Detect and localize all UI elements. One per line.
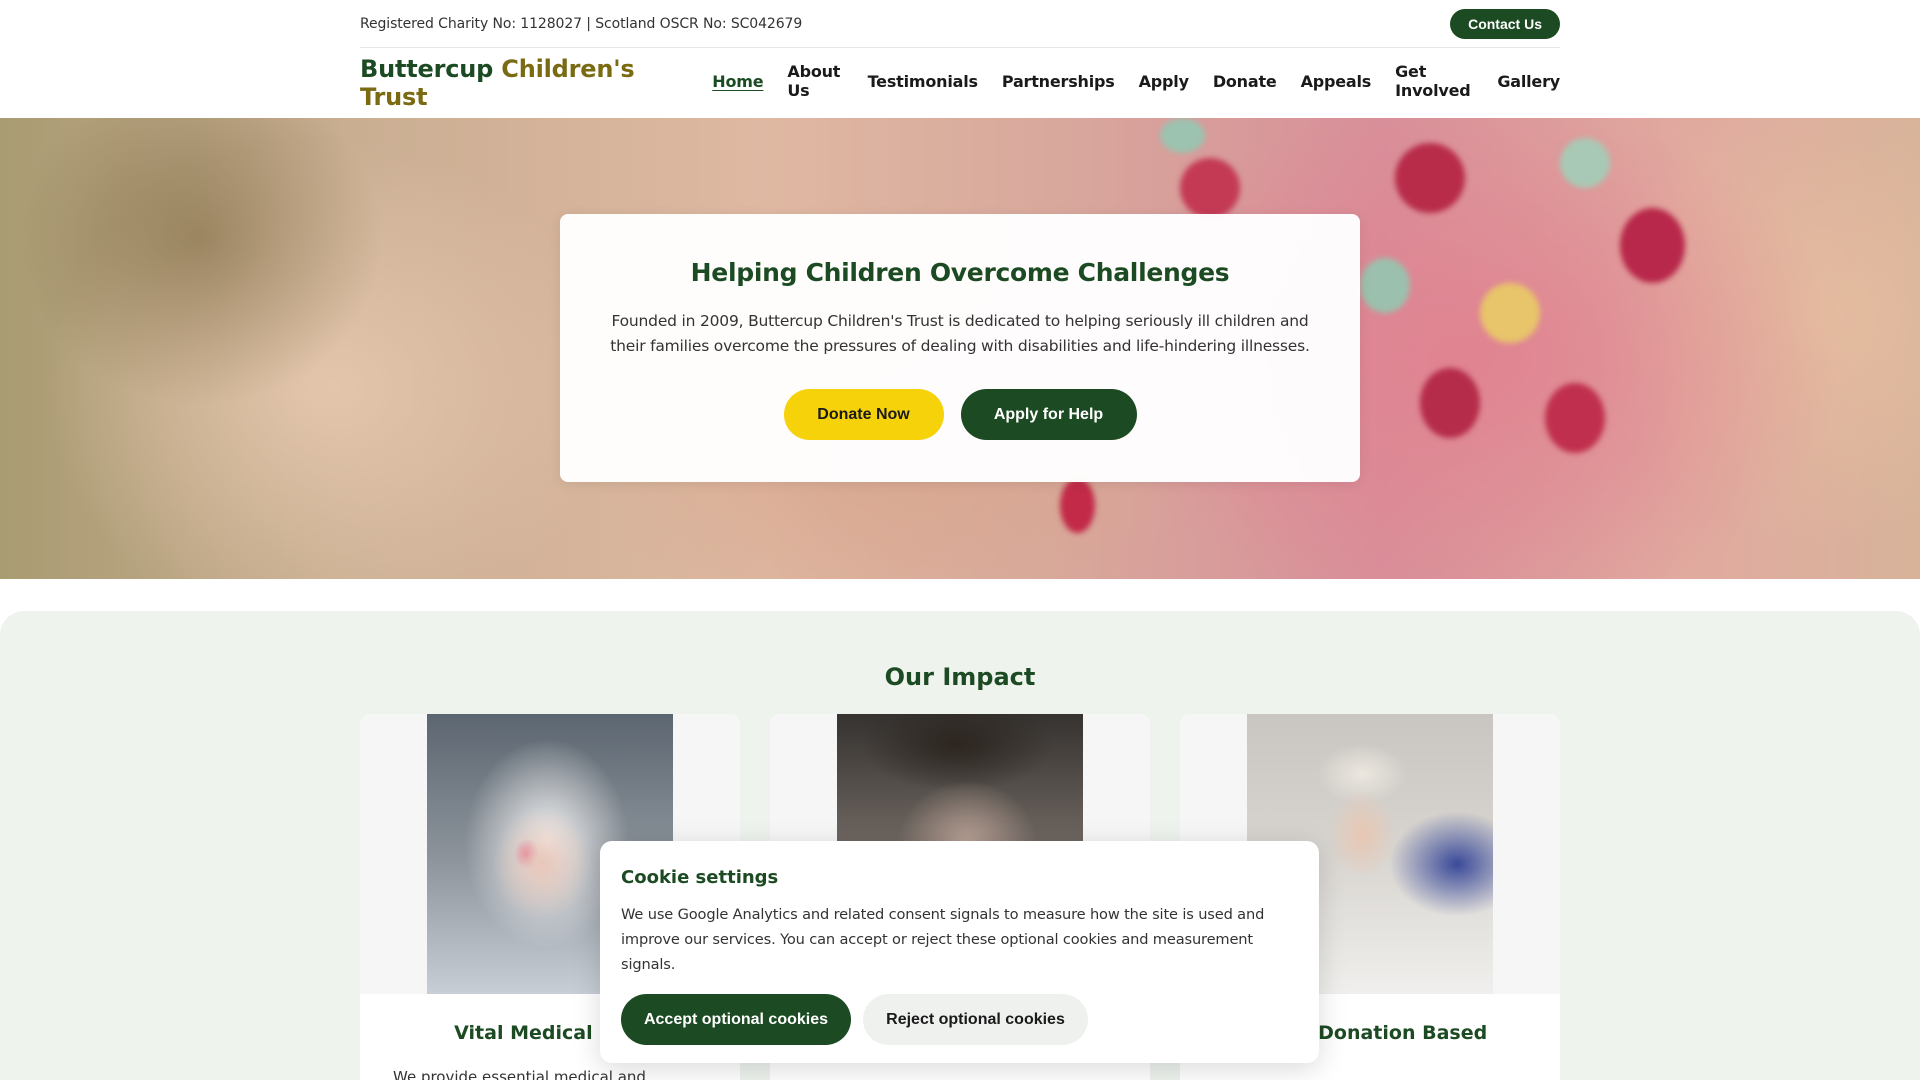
site-logo[interactable]: Buttercup Children's Trust [360, 55, 688, 111]
cookie-title: Cookie settings [621, 867, 779, 888]
hero-buttons: Donate Now Apply for Help [560, 389, 1360, 440]
accept-cookies-button[interactable]: Accept optional cookies [621, 994, 851, 1045]
impact-title: Our Impact [884, 663, 1036, 691]
contact-us-button[interactable]: Contact Us [1450, 8, 1560, 39]
donate-now-button[interactable]: Donate Now [783, 389, 944, 440]
cookie-buttons: Accept optional cookies Reject optional … [621, 994, 1298, 1045]
nav-partnerships[interactable]: Partnerships [1002, 72, 1115, 91]
card-text: We provide essential medical and sensory [393, 1068, 646, 1080]
nav-about-us[interactable]: About Us [787, 62, 843, 100]
cookie-description: We use Google Analytics and related cons… [621, 906, 1265, 973]
hero-description: Founded in 2009, Buttercup Children's Tr… [610, 312, 1310, 355]
hero-banner: Helping Children Overcome Challenges Fou… [0, 118, 1920, 579]
nav-apply[interactable]: Apply [1139, 72, 1189, 91]
nav-testimonials[interactable]: Testimonials [868, 72, 978, 91]
nav-appeals[interactable]: Appeals [1301, 72, 1372, 91]
nav-donate[interactable]: Donate [1213, 72, 1277, 91]
reject-cookies-button[interactable]: Reject optional cookies [863, 994, 1088, 1045]
apply-for-help-button[interactable]: Apply for Help [960, 389, 1137, 440]
charity-registration-text: Registered Charity No: 1128027 | Scotlan… [360, 15, 803, 32]
logo-text-buttercup: Buttercup [360, 55, 494, 83]
hero-card: Helping Children Overcome Challenges Fou… [560, 214, 1360, 482]
nav-home[interactable]: Home [712, 72, 763, 91]
hero-title: Helping Children Overcome Challenges [690, 258, 1230, 287]
main-nav: Home About Us Testimonials Partnerships … [688, 62, 1560, 100]
cookie-settings-dialog: Cookie settings We use Google Analytics … [600, 841, 1319, 1063]
site-header: Buttercup Children's Trust Home About Us… [360, 48, 1560, 118]
nav-gallery[interactable]: Gallery [1497, 72, 1560, 91]
top-bar: Registered Charity No: 1128027 | Scotlan… [360, 0, 1560, 48]
nav-get-involved[interactable]: Get Involved [1395, 62, 1473, 100]
